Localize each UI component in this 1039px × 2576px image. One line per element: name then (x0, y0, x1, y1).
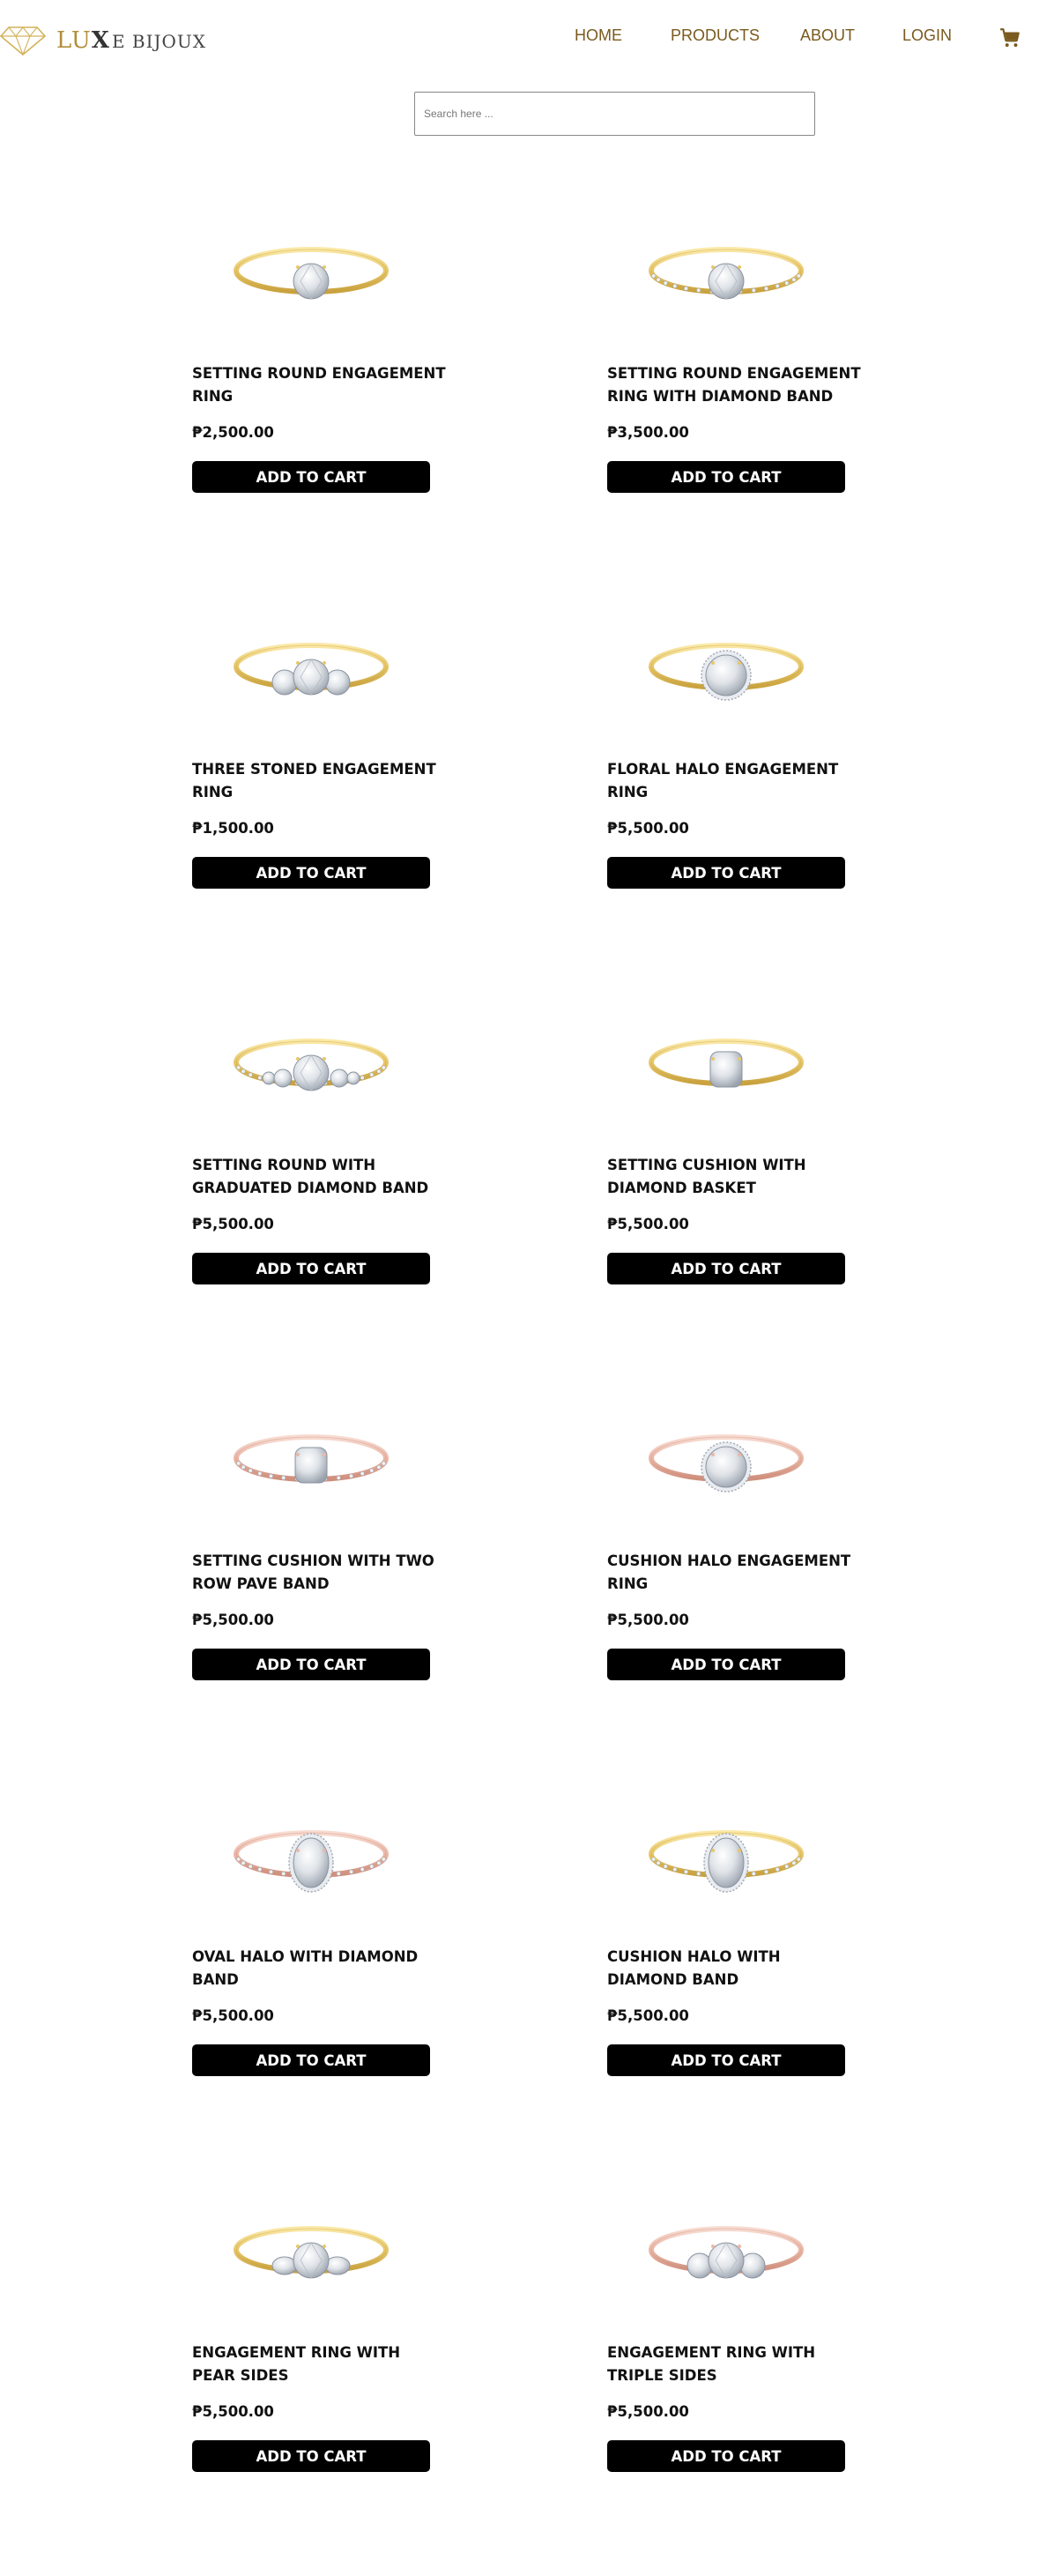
add-to-cart-button[interactable]: ADD TO CART (607, 1253, 845, 1284)
product-price: ₱2,500.00 (192, 424, 274, 441)
ring-image (649, 247, 804, 300)
nav-about-link[interactable]: ABOUT (800, 26, 855, 45)
product-image[interactable] (192, 1791, 430, 1923)
add-to-cart-button[interactable]: ADD TO CART (607, 461, 845, 493)
nav-products-link[interactable]: PRODUCTS (671, 26, 760, 45)
ring-image (649, 2226, 804, 2279)
product-name: CUSHION HALO ENGAGEMENT RING (607, 1552, 851, 1592)
header: LUX E BIJOUX HOME PRODUCTS ABOUT LOGIN (0, 0, 1039, 79)
product-name: THREE STONED ENGAGEMENT RING (192, 761, 436, 800)
product-name: SETTING ROUND WITH GRADUATED DIAMOND BAN… (192, 1157, 429, 1196)
product-price: ₱5,500.00 (607, 2007, 689, 2024)
add-to-cart-button[interactable]: ADD TO CART (192, 1649, 430, 1680)
add-to-cart-button[interactable]: ADD TO CART (607, 1649, 845, 1680)
product-name: SETTING ROUND ENGAGEMENT RING WITH DIAMO… (607, 365, 861, 405)
product-price: ₱1,500.00 (192, 820, 274, 837)
ring-image (649, 1830, 804, 1893)
product-image[interactable] (607, 207, 845, 339)
ring-image (234, 2226, 389, 2279)
ring-image (234, 1434, 389, 1484)
add-to-cart-button[interactable]: ADD TO CART (192, 461, 430, 493)
ring-image (649, 1039, 804, 1088)
product-name: SETTING ROUND ENGAGEMENT RING (192, 365, 446, 405)
product-image[interactable] (607, 999, 845, 1131)
ring-image (234, 247, 389, 300)
add-to-cart-button[interactable]: ADD TO CART (607, 857, 845, 889)
product-price: ₱5,500.00 (192, 2007, 274, 2024)
product-name: ENGAGEMENT RING WITH PEAR SIDES (192, 2344, 401, 2384)
add-to-cart-button[interactable]: ADD TO CART (192, 2044, 430, 2076)
product-image[interactable] (192, 603, 430, 735)
search-input[interactable] (414, 92, 815, 136)
cart-icon[interactable] (998, 26, 1021, 49)
product-name: OVAL HALO WITH DIAMOND BAND (192, 1948, 419, 1988)
product-price: ₱5,500.00 (607, 1216, 689, 1232)
ring-image (649, 643, 804, 701)
product-image[interactable] (192, 1395, 430, 1527)
product-price: ₱5,500.00 (607, 2403, 689, 2420)
product-name: SETTING CUSHION WITH DIAMOND BASKET (607, 1157, 806, 1196)
nav-login-link[interactable]: LOGIN (902, 26, 952, 45)
ring-image (234, 1039, 389, 1091)
product-price: ₱5,500.00 (607, 820, 689, 837)
product-image[interactable] (607, 2186, 845, 2319)
add-to-cart-button[interactable]: ADD TO CART (607, 2044, 845, 2076)
product-name: FLORAL HALO ENGAGEMENT RING (607, 761, 839, 800)
nav-home-link[interactable]: HOME (575, 26, 622, 45)
product-price: ₱5,500.00 (192, 2403, 274, 2420)
product-image[interactable] (607, 1395, 845, 1527)
product-name: SETTING CUSHION WITH TWO ROW PAVE BAND (192, 1552, 434, 1592)
add-to-cart-button[interactable]: ADD TO CART (192, 857, 430, 889)
main-nav: HOME PRODUCTS ABOUT LOGIN (0, 26, 1039, 53)
product-price: ₱5,500.00 (607, 1612, 689, 1628)
product-price: ₱3,500.00 (607, 424, 689, 441)
add-to-cart-button[interactable]: ADD TO CART (192, 2440, 430, 2472)
product-price: ₱5,500.00 (192, 1216, 274, 1232)
product-price: ₱5,500.00 (192, 1612, 274, 1628)
product-name: ENGAGEMENT RING WITH TRIPLE SIDES (607, 2344, 816, 2384)
ring-image (234, 643, 389, 696)
product-image[interactable] (607, 1791, 845, 1923)
product-image[interactable] (607, 603, 845, 735)
product-image[interactable] (192, 207, 430, 339)
product-image[interactable] (192, 999, 430, 1131)
ring-image (234, 1830, 389, 1893)
add-to-cart-button[interactable]: ADD TO CART (192, 1253, 430, 1284)
add-to-cart-button[interactable]: ADD TO CART (607, 2440, 845, 2472)
product-name: CUSHION HALO WITH DIAMOND BAND (607, 1948, 781, 1988)
ring-image (649, 1434, 804, 1493)
product-image[interactable] (192, 2186, 430, 2319)
